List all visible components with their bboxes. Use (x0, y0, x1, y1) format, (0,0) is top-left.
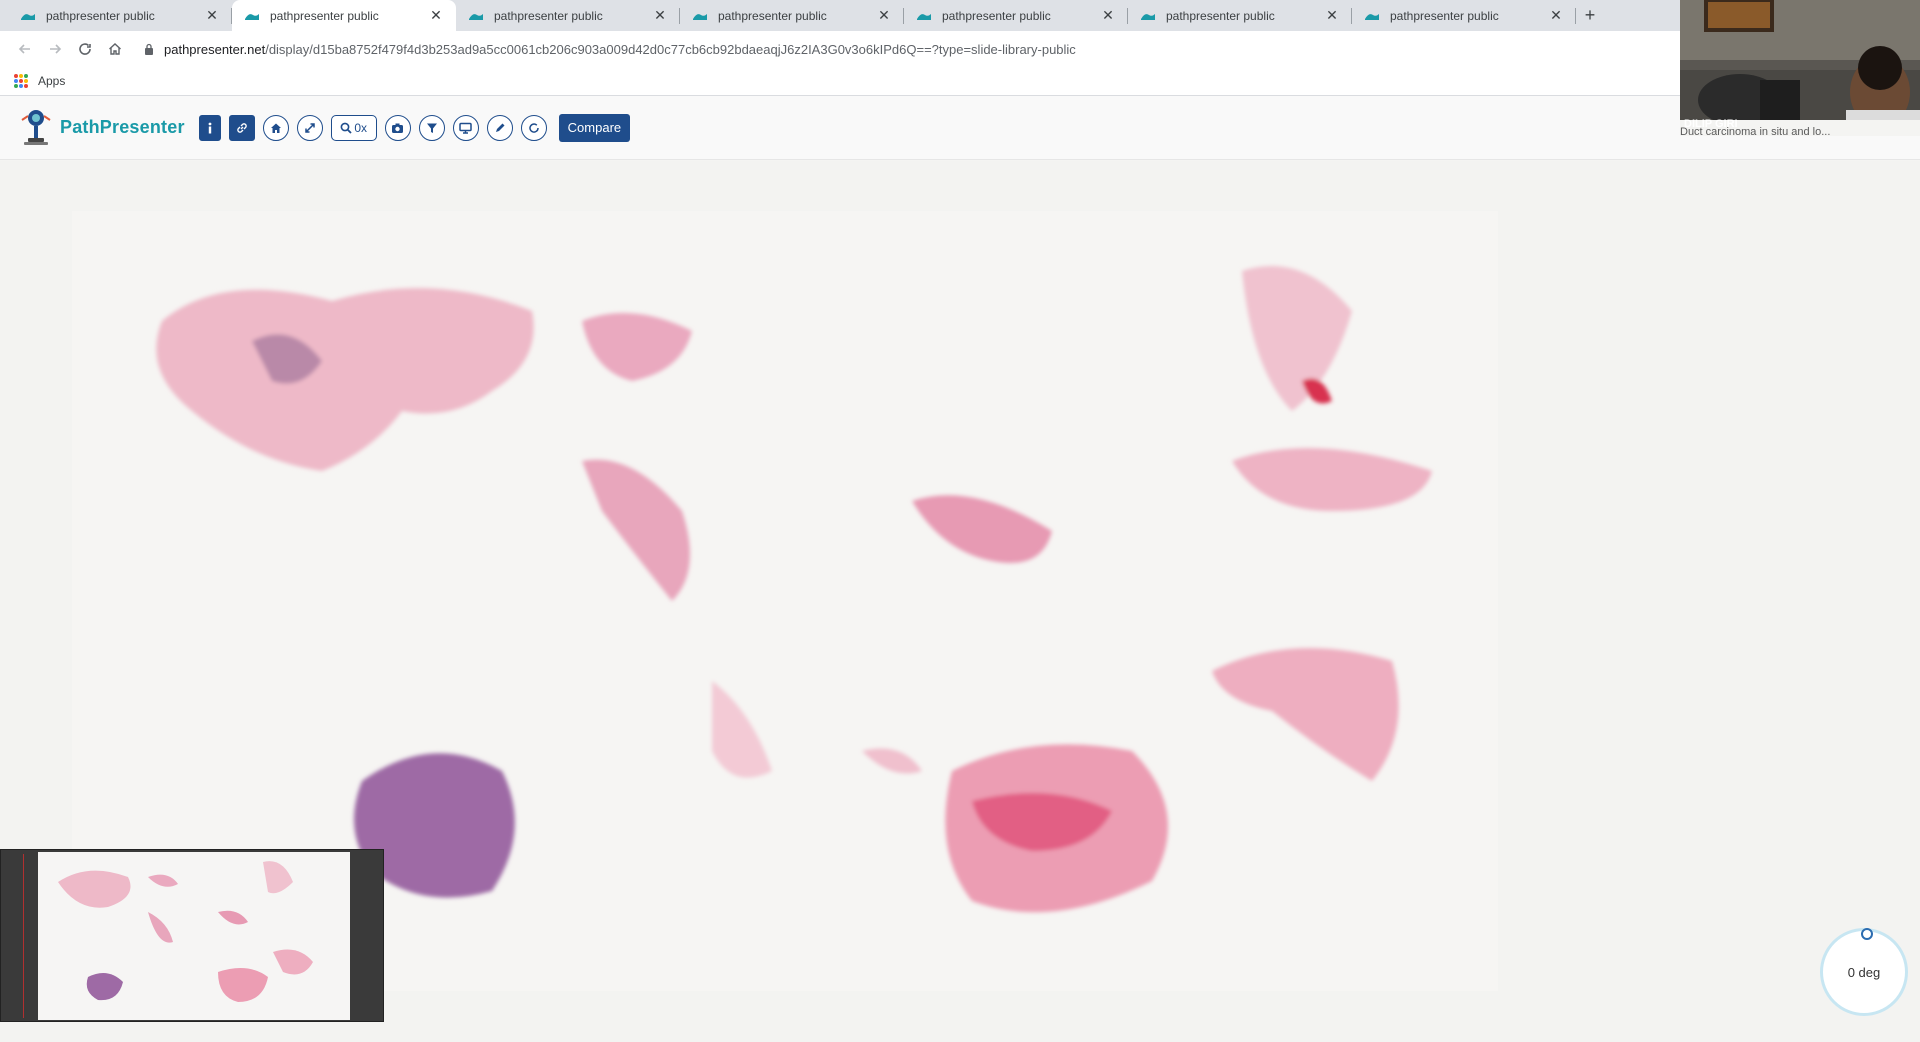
tab-title: pathpresenter public (1166, 8, 1275, 23)
microscope-favicon-icon (917, 13, 931, 20)
forward-arrow-icon (50, 44, 62, 54)
filter-icon (426, 123, 437, 133)
rotation-label: 0 deg (1847, 964, 1881, 980)
video-feed-image (1680, 0, 1920, 136)
tab-close-icon[interactable]: ✕ (652, 7, 668, 24)
microscope-favicon-icon (1141, 13, 1155, 20)
overview-tissue-image (58, 861, 313, 1002)
tab-close-icon[interactable]: ✕ (1548, 7, 1564, 24)
reload-button[interactable] (70, 34, 100, 64)
apps-grid-icon[interactable] (14, 74, 28, 88)
browser-tab[interactable]: pathpresenter public ✕ (680, 0, 904, 31)
present-button[interactable] (452, 114, 479, 141)
overview-thumbnail[interactable] (38, 852, 350, 1020)
fullscreen-button[interactable] (296, 114, 323, 141)
tab-close-icon[interactable]: ✕ (1324, 7, 1340, 24)
tab-title: pathpresenter public (46, 8, 155, 23)
expand-icon (304, 122, 315, 133)
lock-icon (145, 43, 153, 55)
forward-button[interactable] (40, 34, 70, 64)
rotation-handle[interactable] (1861, 928, 1873, 940)
tab-title: pathpresenter public (718, 8, 827, 23)
tab-close-icon[interactable]: ✕ (876, 7, 892, 24)
browser-tab[interactable]: pathpresenter public ✕ (232, 0, 456, 31)
microscope-favicon-icon (245, 13, 259, 20)
browser-tab[interactable]: pathpresenter public ✕ (456, 0, 680, 31)
tab-title: pathpresenter public (1390, 8, 1499, 23)
zoom-level-label: 0x (354, 120, 367, 135)
back-button[interactable] (10, 34, 40, 64)
slide-overview-navigator[interactable] (0, 849, 384, 1022)
microscope-favicon-icon (21, 13, 35, 20)
pencil-icon (495, 123, 505, 132)
rotate-reset-button[interactable] (520, 114, 547, 141)
url-path: /display/d15ba8752f479f4d3b253ad9a5cc006… (265, 41, 1076, 57)
home-view-button[interactable] (262, 114, 289, 141)
filter-button[interactable] (418, 114, 445, 141)
zoom-level-button[interactable]: 0x (330, 114, 377, 141)
bookmark-apps[interactable]: Apps (38, 74, 65, 88)
tab-title: pathpresenter public (494, 8, 603, 23)
microscope-favicon-icon (693, 13, 707, 20)
pathpresenter-logo[interactable]: PathPresenter (18, 108, 185, 148)
browser-tab[interactable]: pathpresenter public ✕ (1128, 0, 1352, 31)
reload-icon (79, 43, 91, 55)
microscope-favicon-icon (469, 13, 483, 20)
overview-viewport-marker (23, 854, 24, 1018)
tab-close-icon[interactable]: ✕ (428, 7, 444, 24)
url-host: pathpresenter.net (164, 41, 266, 57)
rotation-dial[interactable]: 0 deg (1820, 928, 1908, 1016)
info-icon (208, 122, 212, 133)
logo-text: PathPresenter (60, 117, 185, 137)
app-toolbar: PathPresenter 0x Compare (0, 96, 1920, 160)
zoom-icon (340, 122, 352, 134)
snapshot-button[interactable] (384, 114, 411, 141)
video-call-thumbnail: DILIP GIRI Duct carcinoma in situ and lo… (1680, 0, 1920, 136)
browser-tab-strip: pathpresenter public ✕ pathpresenter publi… (0, 0, 1680, 31)
bookmarks-bar: Apps (0, 67, 1680, 96)
browser-address-row: pathpresenter.net/display/d15ba8752f479f… (0, 31, 1680, 67)
browser-tab[interactable]: pathpresenter public ✕ (8, 0, 232, 31)
annotate-button[interactable] (486, 114, 513, 141)
tab-separator (1575, 8, 1576, 24)
address-bar[interactable]: pathpresenter.net/display/d15ba8752f479f… (144, 42, 1076, 57)
back-arrow-icon (18, 44, 30, 54)
link-button[interactable] (228, 114, 255, 141)
browser-tab[interactable]: pathpresenter public ✕ (904, 0, 1128, 31)
compare-button[interactable]: Compare (558, 113, 631, 142)
home-icon (270, 123, 281, 133)
overlay-slide-title: Duct carcinoma in situ and lo... (1680, 126, 1831, 136)
link-icon (236, 122, 247, 133)
microscope-favicon-icon (1365, 13, 1379, 20)
refresh-icon (528, 122, 539, 133)
camera-icon (392, 123, 404, 133)
browser-home-icon (109, 43, 121, 55)
monitor-icon (459, 122, 472, 134)
tab-close-icon[interactable]: ✕ (204, 7, 220, 24)
info-button[interactable] (198, 114, 221, 141)
microscope-logo-icon (21, 109, 51, 145)
tab-close-icon[interactable]: ✕ (1100, 7, 1116, 24)
tab-title: pathpresenter public (270, 8, 379, 23)
home-button[interactable] (100, 34, 130, 64)
tab-title: pathpresenter public (942, 8, 1051, 23)
new-tab-button[interactable]: + (1576, 0, 1604, 31)
browser-tab[interactable]: pathpresenter public ✕ (1352, 0, 1576, 31)
